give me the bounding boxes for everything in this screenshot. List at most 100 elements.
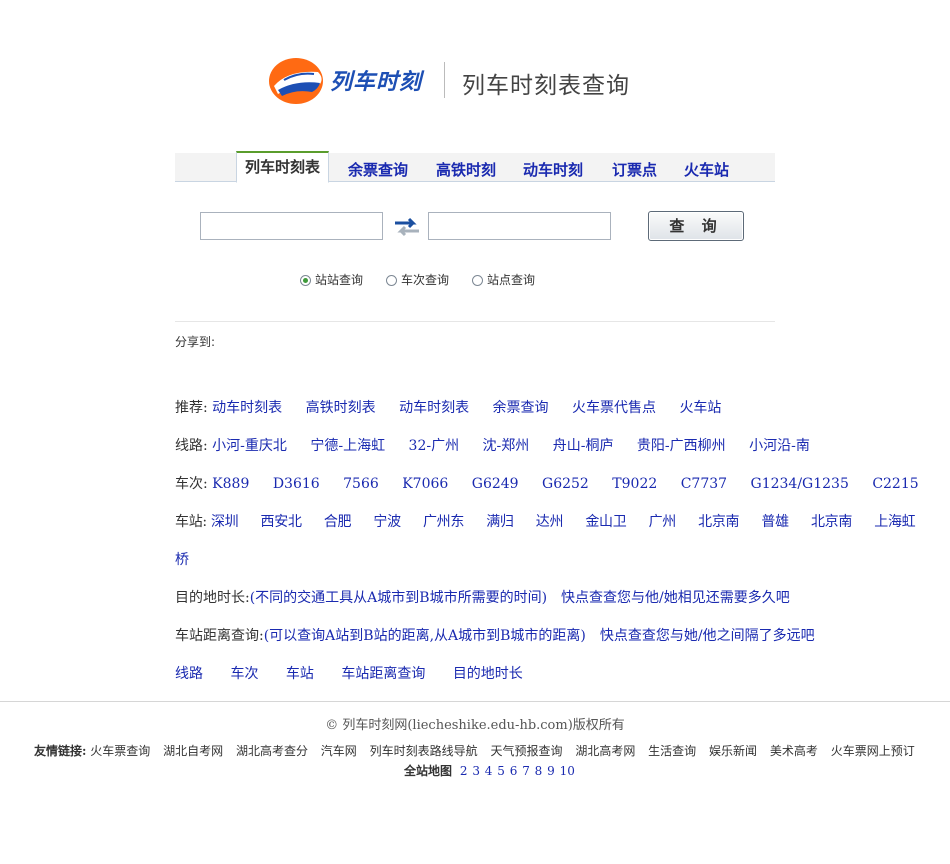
station-link[interactable]: 满归 <box>486 514 514 530</box>
radio-station-to-station[interactable]: 站站查询 <box>300 271 363 288</box>
friend-link[interactable]: 生活查询 <box>648 744 696 758</box>
share-label: 分享到: <box>175 335 216 349</box>
swap-arrows-icon[interactable] <box>393 215 421 239</box>
bottom-nav-trains[interactable]: 车次 <box>230 666 258 682</box>
radio-train-number[interactable]: 车次查询 <box>386 271 449 288</box>
bottom-nav-distance[interactable]: 车站距离查询 <box>341 666 425 682</box>
tab-train-station[interactable]: 火车站 <box>684 159 729 180</box>
logo-divider <box>444 62 445 98</box>
station-link[interactable]: 金山卫 <box>585 514 626 530</box>
site-title: 列车时刻表查询 <box>462 73 630 99</box>
train-link[interactable]: C7737 <box>681 476 727 492</box>
friend-links: 友情链接: 火车票查询 湖北自考网 湖北高考查分 汽车网 列车时刻表路线导航 天… <box>34 742 924 759</box>
route-link[interactable]: 舟山-桐庐 <box>553 438 614 454</box>
tab-remaining-tickets[interactable]: 余票查询 <box>348 159 408 180</box>
radio-label: 站站查询 <box>315 273 364 287</box>
friend-link[interactable]: 娱乐新闻 <box>709 744 757 758</box>
destination-desc-link[interactable]: (不同的交通工具从A城市到B城市所需要的时间) <box>250 590 547 606</box>
sitemap-page-link[interactable]: 3 <box>472 764 480 778</box>
line-label: 车次: <box>175 476 208 492</box>
sitemap-label: 全站地图 <box>404 764 453 778</box>
station-link-wrap[interactable]: 桥 <box>175 552 189 568</box>
train-link[interactable]: K7066 <box>402 476 448 492</box>
sitemap-page-link[interactable]: 6 <box>510 764 518 778</box>
bottom-nav: 线路 车次 车站 车站距离查询 目的地时长 <box>175 663 542 683</box>
friend-link[interactable]: 天气预报查询 <box>490 744 562 758</box>
logo-text[interactable]: 列车时刻 <box>330 64 422 96</box>
train-link[interactable]: G6249 <box>472 476 519 492</box>
distance-cta-link[interactable]: 快点查查您与她/他之间隔了多远吧 <box>600 628 815 644</box>
station-link[interactable]: 北京南 <box>811 514 852 530</box>
friend-link[interactable]: 火车票网上预订 <box>831 744 915 758</box>
train-link[interactable]: T9022 <box>612 476 657 492</box>
tab-emu[interactable]: 动车时刻 <box>523 159 583 180</box>
footer-divider <box>0 701 950 702</box>
friend-link[interactable]: 汽车网 <box>321 744 357 758</box>
tab-bar: 列车时刻表 余票查询 高铁时刻 动车时刻 订票点 火车站 <box>175 151 775 183</box>
radio-button[interactable] <box>472 275 483 286</box>
train-link[interactable]: D3616 <box>273 476 320 492</box>
from-station-input[interactable] <box>200 212 383 240</box>
sitemap-page-link[interactable]: 4 <box>485 764 493 778</box>
station-link[interactable]: 达州 <box>536 514 564 530</box>
route-link[interactable]: 宁德-上海虹 <box>310 438 385 454</box>
route-link[interactable]: 沈-郑州 <box>483 438 530 454</box>
recommend-link[interactable]: 动车时刻表 <box>399 400 469 416</box>
sitemap-page-link[interactable]: 10 <box>560 764 575 778</box>
station-link[interactable]: 合肥 <box>324 514 352 530</box>
recommend-line: 推荐: 动车时刻表 高铁时刻表 动车时刻表 余票查询 火车票代售点 火车站 <box>175 397 740 417</box>
sitemap-page-link[interactable]: 8 <box>535 764 543 778</box>
friend-link[interactable]: 湖北高考网 <box>575 744 635 758</box>
station-link[interactable]: 深圳 <box>211 514 239 530</box>
friend-link[interactable]: 湖北高考查分 <box>236 744 308 758</box>
recommend-link[interactable]: 火车票代售点 <box>572 400 656 416</box>
bottom-nav-routes[interactable]: 线路 <box>175 666 203 682</box>
tab-train-timetable[interactable]: 列车时刻表 <box>236 151 330 183</box>
sitemap-page-link[interactable]: 7 <box>522 764 530 778</box>
line-label: 目的地时长: <box>175 590 250 606</box>
query-button[interactable]: 查 询 <box>648 211 744 241</box>
recommend-link[interactable]: 动车时刻表 <box>212 400 282 416</box>
route-link[interactable]: 32-广州 <box>409 438 460 454</box>
distance-desc-link[interactable]: (可以查询A站到B站的距离,从A城市到B城市的距离) <box>264 628 586 644</box>
tab-high-speed[interactable]: 高铁时刻 <box>436 159 496 180</box>
friend-link[interactable]: 美术高考 <box>770 744 818 758</box>
destination-cta-link[interactable]: 快点查查您与他/她相见还需要多久吧 <box>561 590 790 606</box>
train-logo-icon[interactable] <box>268 56 326 106</box>
site-header: 列车时刻 列车时刻表查询 <box>268 56 668 108</box>
recommend-link[interactable]: 高铁时刻表 <box>306 400 376 416</box>
route-link[interactable]: 小河-重庆北 <box>212 438 287 454</box>
recommend-link[interactable]: 余票查询 <box>493 400 549 416</box>
radio-button[interactable] <box>300 275 311 286</box>
station-link[interactable]: 宁波 <box>373 514 401 530</box>
sitemap-page-link[interactable]: 5 <box>497 764 505 778</box>
route-link[interactable]: 小河沿-南 <box>749 438 810 454</box>
bottom-nav-stations[interactable]: 车站 <box>286 666 314 682</box>
radio-button[interactable] <box>386 275 397 286</box>
recommend-link[interactable]: 火车站 <box>679 400 721 416</box>
station-link[interactable]: 广州 <box>649 514 677 530</box>
radio-station[interactable]: 站点查询 <box>472 271 535 288</box>
friend-link[interactable]: 湖北自考网 <box>163 744 223 758</box>
station-link[interactable]: 上海虹 <box>874 514 915 530</box>
route-link[interactable]: 贵阳-广西柳州 <box>637 438 726 454</box>
friend-link[interactable]: 列车时刻表路线导航 <box>370 744 478 758</box>
sitemap-page-link[interactable]: 9 <box>547 764 555 778</box>
sitemap-page-link[interactable]: 2 <box>460 764 468 778</box>
bottom-nav-duration[interactable]: 目的地时长 <box>453 666 523 682</box>
train-link[interactable]: G1234/G1235 <box>751 476 849 492</box>
station-link[interactable]: 北京南 <box>698 514 739 530</box>
radio-label: 车次查询 <box>401 273 450 287</box>
friend-link[interactable]: 火车票查询 <box>90 744 150 758</box>
to-station-input[interactable] <box>428 212 611 240</box>
train-link[interactable]: C2215 <box>872 476 918 492</box>
train-link[interactable]: 7566 <box>343 476 379 492</box>
station-link[interactable]: 广州东 <box>423 514 464 530</box>
train-link[interactable]: G6252 <box>542 476 589 492</box>
routes-line: 线路: 小河-重庆北 宁德-上海虹 32-广州 沈-郑州 舟山-桐庐 贵阳-广西… <box>175 435 829 455</box>
train-link[interactable]: K889 <box>212 476 249 492</box>
line-label: 车站距离查询: <box>175 628 264 644</box>
station-link[interactable]: 西安北 <box>261 514 302 530</box>
station-link[interactable]: 普雄 <box>761 514 789 530</box>
tab-ticket-outlets[interactable]: 订票点 <box>612 159 657 180</box>
